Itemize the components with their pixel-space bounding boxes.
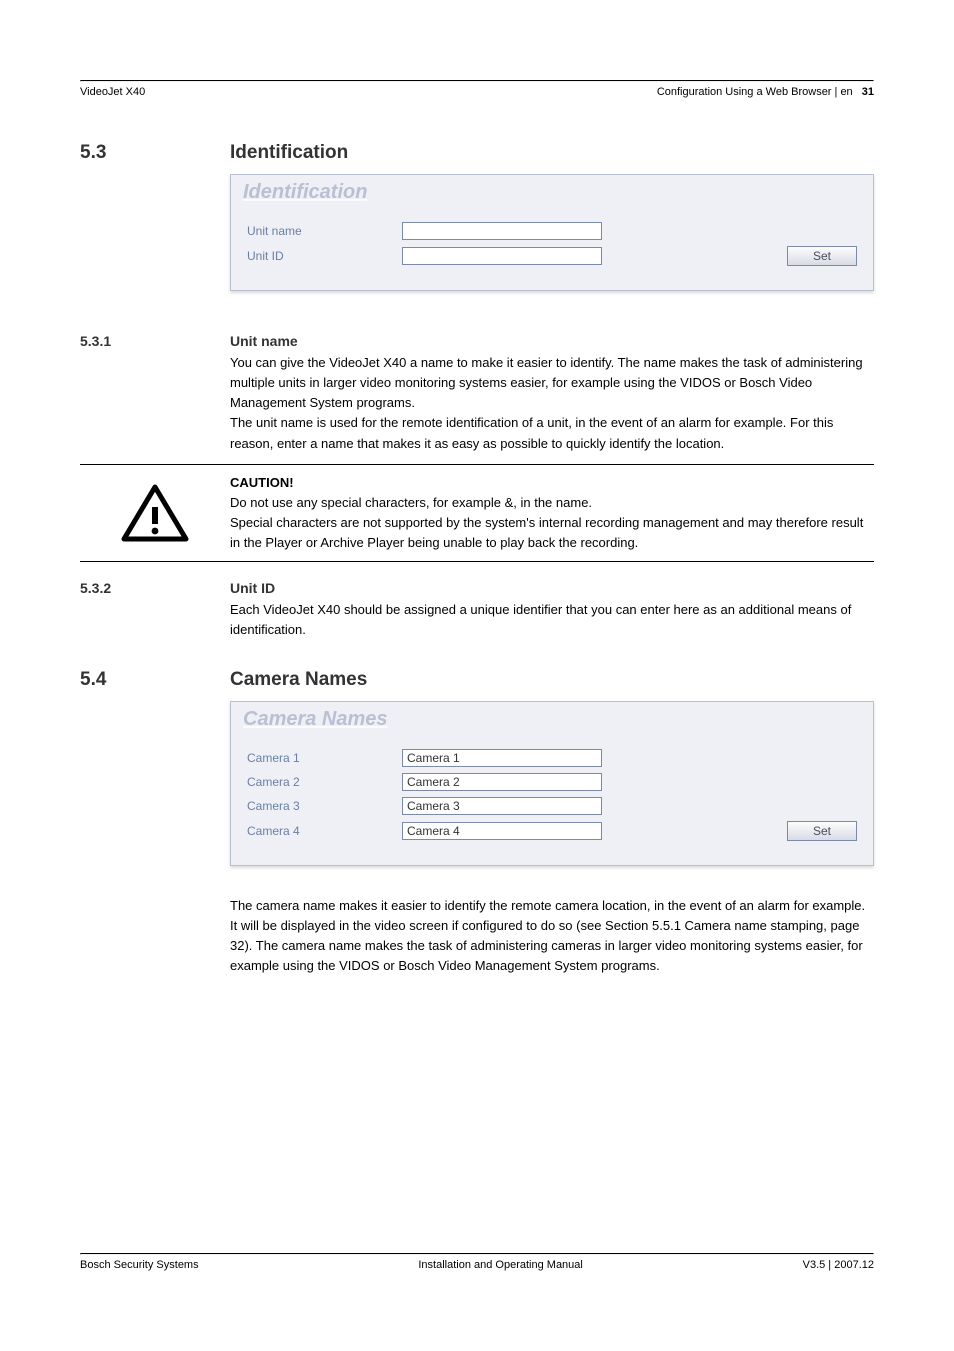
paragraph: You can give the VideoJet X40 a name to …	[230, 353, 874, 413]
header-left: VideoJet X40	[80, 86, 145, 98]
section-title: Unit name	[230, 333, 874, 349]
section-5-4: 5.4 Camera Names Camera Names Camera 1 C…	[80, 669, 874, 990]
caution-line-1: Do not use any special characters, for e…	[230, 493, 874, 513]
input-camera-2[interactable]	[402, 773, 602, 791]
panel-title: Identification	[231, 175, 873, 206]
row-camera-4: Camera 4 Set	[247, 821, 857, 841]
section-5-3-1: 5.3.1 Unit name You can give the VideoJe…	[80, 333, 874, 454]
section-number: 5.3.1	[80, 333, 230, 454]
row-camera-1: Camera 1	[247, 749, 857, 767]
page-number: 31	[862, 86, 874, 98]
footer-right: V3.5 | 2007.12	[803, 1259, 874, 1271]
input-camera-3[interactable]	[402, 797, 602, 815]
section-number: 5.3.2	[80, 580, 230, 640]
row-camera-2: Camera 2	[247, 773, 857, 791]
paragraph: The camera name makes it easier to ident…	[230, 896, 874, 977]
section-5-3-2: 5.3.2 Unit ID Each VideoJet X40 should b…	[80, 580, 874, 640]
page-footer: Bosch Security Systems Installation and …	[80, 1253, 874, 1271]
input-unit-id[interactable]	[402, 247, 602, 265]
caution-icon	[80, 469, 230, 558]
footer-center: Installation and Operating Manual	[418, 1259, 583, 1271]
caution-block: CAUTION! Do not use any special characte…	[80, 464, 874, 563]
paragraph: Each VideoJet X40 should be assigned a u…	[230, 600, 874, 640]
section-5-3: 5.3 Identification Identification Unit n…	[80, 142, 874, 309]
label-camera-3: Camera 3	[247, 799, 402, 813]
row-unit-name: Unit name	[247, 222, 857, 240]
label-camera-2: Camera 2	[247, 775, 402, 789]
page-header: VideoJet X40 Configuration Using a Web B…	[80, 80, 874, 104]
set-button[interactable]: Set	[787, 821, 857, 841]
section-title: Unit ID	[230, 580, 874, 596]
label-unit-id: Unit ID	[247, 249, 402, 263]
caution-title: CAUTION!	[230, 473, 874, 493]
input-camera-1[interactable]	[402, 749, 602, 767]
identification-panel: Identification Unit name Unit ID Set	[230, 174, 874, 291]
row-unit-id: Unit ID Set	[247, 246, 857, 266]
paragraph: The unit name is used for the remote ide…	[230, 413, 874, 453]
camera-names-panel: Camera Names Camera 1 Camera 2 Camera 3	[230, 701, 874, 866]
section-title: Camera Names	[230, 669, 874, 691]
section-number: 5.4	[80, 669, 230, 990]
section-number: 5.3	[80, 142, 230, 309]
section-title: Identification	[230, 142, 874, 164]
panel-title: Camera Names	[231, 702, 873, 733]
label-camera-4: Camera 4	[247, 824, 402, 838]
label-camera-1: Camera 1	[247, 751, 402, 765]
row-camera-3: Camera 3	[247, 797, 857, 815]
label-unit-name: Unit name	[247, 224, 402, 238]
footer-left: Bosch Security Systems	[80, 1259, 199, 1271]
input-camera-4[interactable]	[402, 822, 602, 840]
set-button[interactable]: Set	[787, 246, 857, 266]
header-right: Configuration Using a Web Browser | en 3…	[657, 86, 874, 98]
input-unit-name[interactable]	[402, 222, 602, 240]
caution-line-2: Special characters are not supported by …	[230, 513, 874, 553]
